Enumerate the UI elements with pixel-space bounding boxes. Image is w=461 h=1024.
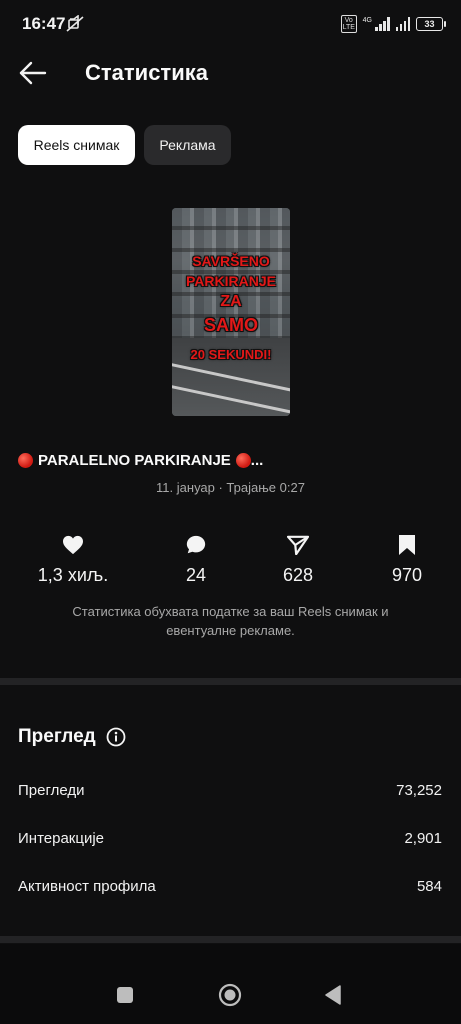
- overview-title: Преглед: [18, 726, 96, 747]
- stat-likes: 1,3 хиљ.: [28, 534, 118, 586]
- tab-reels[interactable]: Reels снимак: [18, 125, 135, 165]
- overview-row-views: Прегледи 73,252: [18, 782, 442, 799]
- battery-icon: 33: [416, 17, 446, 31]
- comment-icon: [186, 535, 206, 554]
- row-label: Интеракције: [18, 830, 105, 847]
- bookmark-icon: [399, 535, 415, 555]
- overview-row-interactions[interactable]: Интеракције 2,901: [18, 830, 442, 847]
- stats-note: Статистика обухвата податке за ваш Reels…: [72, 604, 389, 638]
- reel-title-ellipsis: ...: [250, 452, 264, 469]
- red-circle-icon: [235, 453, 251, 468]
- mute-icon: [66, 15, 84, 32]
- row-value: 73,252: [396, 782, 442, 799]
- stat-comments: 24: [151, 534, 241, 586]
- signal-icon: [375, 17, 390, 31]
- stat-value: 1,3 хиљ.: [37, 565, 109, 585]
- stat-value: 970: [391, 565, 423, 585]
- info-icon[interactable]: [106, 727, 126, 747]
- overview-section-title: Преглед: [18, 726, 126, 748]
- thumbnail-caption-line: SAVRŠENO: [192, 253, 270, 269]
- red-circle-icon: [18, 453, 33, 468]
- stat-value: 628: [282, 565, 314, 585]
- page-title: Статистика: [85, 60, 208, 85]
- volte-icon: Vo LTE: [340, 15, 357, 33]
- stat-shares: 628: [253, 534, 343, 586]
- section-divider: [0, 936, 461, 943]
- heart-icon: [63, 535, 83, 555]
- thumbnail-caption-line: ZA: [220, 293, 242, 310]
- stat-value: 24: [185, 565, 207, 585]
- back-arrow-icon[interactable]: [18, 58, 48, 88]
- status-time: 16:47: [22, 14, 66, 33]
- row-label: Активност профила: [18, 878, 156, 895]
- status-icons: Vo LTE 4G 33: [340, 14, 446, 34]
- thumbnail-caption-line: PARKIRANJE: [186, 273, 276, 289]
- recents-icon[interactable]: [117, 987, 133, 1003]
- tab-ads[interactable]: Реклама: [144, 125, 231, 165]
- overview-row-profile-activity[interactable]: Активност профила 584: [18, 878, 442, 895]
- stat-saves: 970: [362, 534, 452, 586]
- reel-title-text: PARALELNO PARKIRANJE: [38, 452, 231, 469]
- section-divider: [0, 678, 461, 685]
- signal-icon: [395, 17, 410, 31]
- reel-thumbnail[interactable]: SAVRŠENO PARKIRANJE ZA SAMO 20 SEKUNDI!: [172, 208, 290, 416]
- share-icon: [287, 535, 309, 555]
- reel-meta: 11. јануар · Трајање 0:27: [156, 480, 305, 495]
- row-label: Прегледи: [18, 782, 85, 799]
- nav-back-icon[interactable]: [324, 985, 342, 1005]
- reel-title: PARALELNO PARKIRANJE ...: [18, 452, 263, 469]
- home-icon[interactable]: [218, 983, 242, 1007]
- thumbnail-caption-line: SAMO: [204, 315, 258, 335]
- row-value: 584: [416, 878, 442, 895]
- thumbnail-caption-line: 20 SEKUNDI!: [190, 347, 272, 362]
- network-type: 4G: [362, 16, 372, 24]
- row-value: 2,901: [404, 830, 442, 847]
